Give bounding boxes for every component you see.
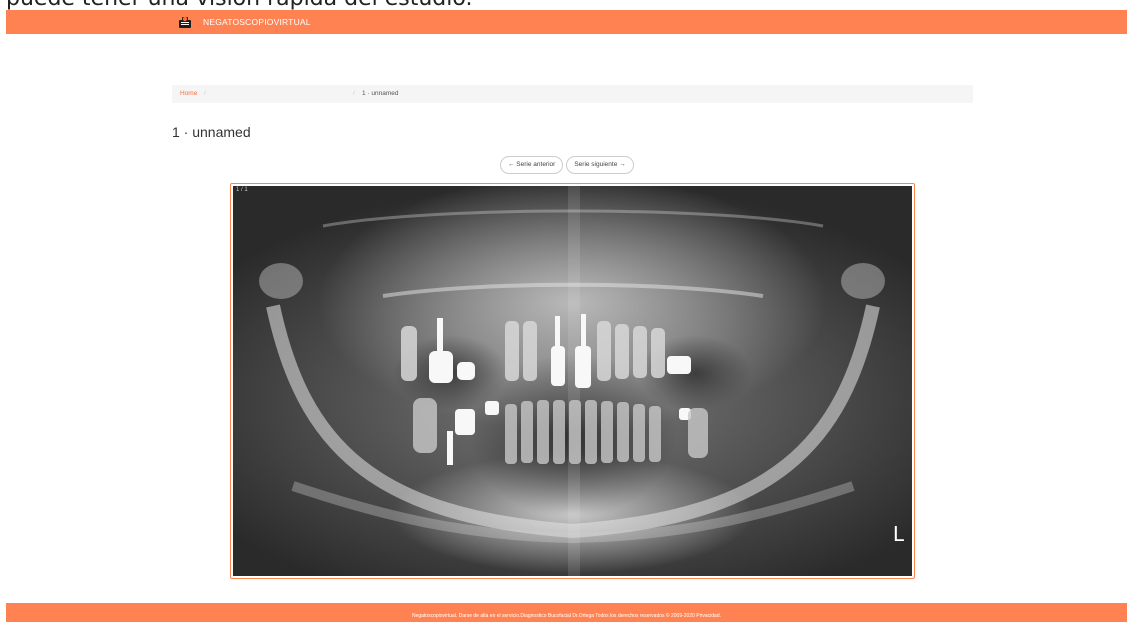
panoramic-xray-image[interactable]: 1 / 1 L bbox=[233, 186, 912, 576]
breadcrumb-separator: / bbox=[353, 90, 355, 97]
top-caption: puede tener una visión rápida del estudi… bbox=[6, 0, 706, 10]
page-title: 1 · unnamed bbox=[172, 124, 251, 140]
orientation-marker: L bbox=[892, 522, 904, 546]
previous-series-button[interactable]: ← Serie anterior bbox=[500, 156, 564, 174]
breadcrumb-current: 1 · unnamed bbox=[362, 90, 399, 97]
breadcrumb-separator: / bbox=[204, 90, 206, 97]
xray-structures bbox=[259, 186, 885, 576]
breadcrumb: Home / / 1 · unnamed bbox=[172, 85, 973, 103]
footer-text: Negatoscopiovirtual. Darse de alta en el… bbox=[411, 613, 722, 619]
image-counter: 1 / 1 bbox=[236, 187, 248, 193]
footer: Negatoscopiovirtual. Darse de alta en el… bbox=[6, 603, 1127, 622]
brand-link[interactable]: NEGATOSCOPIOVIRTUAL bbox=[178, 13, 311, 31]
breadcrumb-home[interactable]: Home bbox=[180, 85, 197, 103]
image-viewer[interactable]: 1 / 1 L bbox=[230, 183, 915, 579]
series-pager: ← Serie anterior Serie siguiente → bbox=[500, 156, 634, 174]
navbar: NEGATOSCOPIOVIRTUAL bbox=[6, 10, 1127, 34]
next-series-button[interactable]: Serie siguiente → bbox=[566, 156, 634, 174]
camera-icon bbox=[179, 16, 191, 28]
brand-name: NEGATOSCOPIOVIRTUAL bbox=[203, 17, 311, 27]
